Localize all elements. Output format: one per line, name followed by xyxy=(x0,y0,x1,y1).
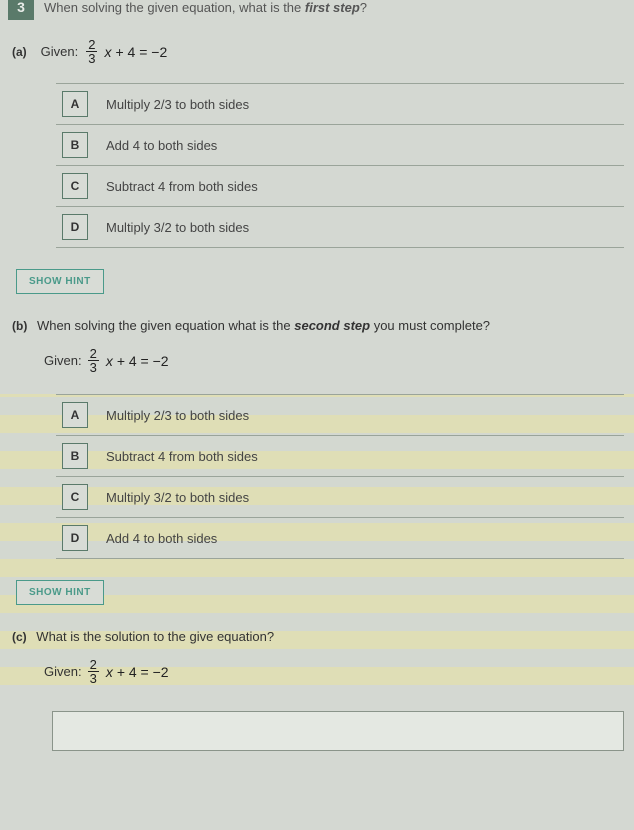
option-text: Add 4 to both sides xyxy=(106,138,217,153)
option-text: Subtract 4 from both sides xyxy=(106,179,258,194)
prompt-prefix: When solving the given equation, what is… xyxy=(44,0,305,15)
fraction: 2 3 xyxy=(86,38,97,65)
equation-var: x xyxy=(106,664,113,680)
prompt-emph: first step xyxy=(305,0,360,15)
option-letter: D xyxy=(62,525,88,551)
frac-den: 3 xyxy=(86,52,97,65)
option-a-B[interactable]: B Add 4 to both sides xyxy=(56,124,624,166)
part-a-options: A Multiply 2/3 to both sides B Add 4 to … xyxy=(56,83,624,248)
option-a-C[interactable]: C Subtract 4 from both sides xyxy=(56,165,624,207)
frac-num: 2 xyxy=(86,38,97,52)
prompt-suffix: ? xyxy=(360,0,367,15)
option-b-B[interactable]: B Subtract 4 from both sides xyxy=(56,435,624,477)
fraction: 2 3 xyxy=(88,658,99,685)
equation-rest: + 4 = −2 xyxy=(117,353,169,369)
part-b-given: Given: 2 3 x + 4 = −2 xyxy=(44,347,624,374)
frac-num: 2 xyxy=(88,658,99,672)
show-hint-button-b[interactable]: SHOW HINT xyxy=(16,580,104,605)
equation-var: x xyxy=(106,353,113,369)
equation-c: 2 3 x + 4 = −2 xyxy=(88,658,169,685)
frac-den: 3 xyxy=(88,672,99,685)
question-number: 3 xyxy=(8,0,34,20)
frac-den: 3 xyxy=(88,361,99,374)
option-text: Add 4 to both sides xyxy=(106,531,217,546)
given-label-a: Given: xyxy=(41,44,79,59)
option-text: Multiply 2/3 to both sides xyxy=(106,97,249,112)
option-text: Multiply 2/3 to both sides xyxy=(106,408,249,423)
part-c-given: Given: 2 3 x + 4 = −2 xyxy=(44,658,624,685)
option-b-D[interactable]: D Add 4 to both sides xyxy=(56,517,624,559)
equation-rest: + 4 = −2 xyxy=(117,664,169,680)
equation-a: 2 3 x + 4 = −2 xyxy=(86,38,167,65)
given-label-b: Given: xyxy=(44,353,82,368)
part-b-options: A Multiply 2/3 to both sides B Subtract … xyxy=(56,394,624,559)
option-letter: C xyxy=(62,173,88,199)
part-b-prompt: (b) When solving the given equation what… xyxy=(12,318,624,333)
part-c-prompt: (c) What is the solution to the give equ… xyxy=(12,629,624,644)
option-text: Multiply 3/2 to both sides xyxy=(106,490,249,505)
option-letter: C xyxy=(62,484,88,510)
equation-b: 2 3 x + 4 = −2 xyxy=(88,347,169,374)
equation-var: x xyxy=(104,44,111,60)
option-letter: A xyxy=(62,91,88,117)
part-b-prefix: When solving the given equation what is … xyxy=(37,318,294,333)
option-a-A[interactable]: A Multiply 2/3 to both sides xyxy=(56,83,624,125)
option-letter: B xyxy=(62,443,88,469)
part-c-label: (c) xyxy=(12,630,27,644)
option-text: Multiply 3/2 to both sides xyxy=(106,220,249,235)
question-header: 3 When solving the given equation, what … xyxy=(8,0,624,20)
option-text: Subtract 4 from both sides xyxy=(106,449,258,464)
option-a-D[interactable]: D Multiply 3/2 to both sides xyxy=(56,206,624,248)
given-label-c: Given: xyxy=(44,664,82,679)
fraction: 2 3 xyxy=(88,347,99,374)
part-a-given: (a) Given: 2 3 x + 4 = −2 xyxy=(12,38,624,65)
part-a-label: (a) xyxy=(12,45,27,59)
part-c-text: What is the solution to the give equatio… xyxy=(36,629,274,644)
option-letter: A xyxy=(62,402,88,428)
option-letter: D xyxy=(62,214,88,240)
part-b-emph: second step xyxy=(294,318,370,333)
show-hint-button-a[interactable]: SHOW HINT xyxy=(16,269,104,294)
question-prompt: When solving the given equation, what is… xyxy=(44,0,367,15)
part-b-label: (b) xyxy=(12,319,27,333)
answer-input-c[interactable] xyxy=(52,711,624,751)
option-letter: B xyxy=(62,132,88,158)
equation-rest: + 4 = −2 xyxy=(115,44,167,60)
option-b-A[interactable]: A Multiply 2/3 to both sides xyxy=(56,394,624,436)
part-b-suffix: you must complete? xyxy=(370,318,490,333)
option-b-C[interactable]: C Multiply 3/2 to both sides xyxy=(56,476,624,518)
frac-num: 2 xyxy=(88,347,99,361)
